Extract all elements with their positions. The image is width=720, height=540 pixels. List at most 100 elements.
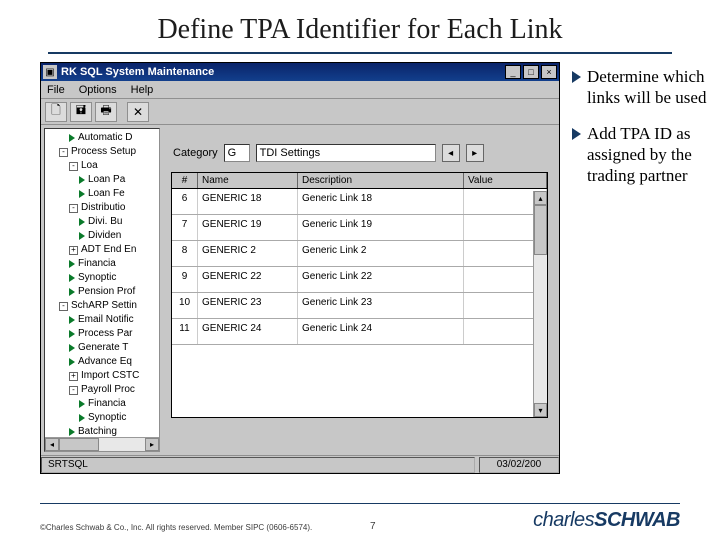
tree-node[interactable]: -Process Setup (49, 145, 157, 159)
toolbar-btn-4[interactable]: ✕ (127, 102, 149, 122)
collapse-icon[interactable]: - (69, 204, 78, 213)
toolbar-btn-1[interactable]: 🗋 (45, 102, 67, 122)
menu-file[interactable]: File (47, 84, 65, 96)
tree-node[interactable]: -Loa (49, 159, 157, 173)
tree-node[interactable]: Loan Fe (49, 187, 157, 201)
toolbar: 🗋 🖬 🖶 ✕ (41, 99, 559, 125)
tree-scroll-right[interactable]: ▸ (145, 438, 159, 451)
tree-node[interactable]: Dividen (49, 229, 157, 243)
cell: GENERIC 2 (198, 241, 298, 266)
tree-label: Email Notific (78, 313, 134, 327)
tree-label: SchARP Settin (71, 299, 137, 313)
tree-node[interactable]: Pension Prof (49, 285, 157, 299)
leaf-icon (69, 274, 75, 282)
tree-label: Loa (81, 159, 98, 173)
grid-scroll-up[interactable]: ▴ (534, 191, 547, 205)
tree-label: Process Setup (71, 145, 136, 159)
cell: 7 (172, 215, 198, 240)
cell: GENERIC 24 (198, 319, 298, 344)
cell: Generic Link 23 (298, 293, 464, 318)
collapse-icon[interactable]: - (69, 386, 78, 395)
tree-label: Dividen (88, 229, 121, 243)
grid-scroll-thumb[interactable] (534, 205, 547, 255)
tree-panel[interactable]: Automatic D-Process Setup-LoaLoan PaLoan… (44, 128, 160, 452)
menu-options[interactable]: Options (79, 84, 117, 96)
statusbar: SRTSQL 03/02/200 (41, 455, 559, 473)
copyright: ©Charles Schwab & Co., Inc. All rights r… (40, 523, 312, 532)
tree-node[interactable]: Process Par (49, 327, 157, 341)
tree-node[interactable]: -Distributio (49, 201, 157, 215)
tree-scroll-thumb[interactable] (59, 438, 99, 451)
tree-label: Distributio (81, 201, 125, 215)
category-next[interactable]: ▸ (466, 144, 484, 162)
toolbar-btn-2[interactable]: 🖬 (70, 102, 92, 122)
tree-label: Synoptic (78, 271, 116, 285)
tree-label: Loan Fe (88, 187, 125, 201)
tree-label: Advance Eq (78, 355, 132, 369)
tree-label: Loan Pa (88, 173, 125, 187)
menu-help[interactable]: Help (131, 84, 154, 96)
table-row[interactable]: 11GENERIC 24Generic Link 24 (172, 319, 547, 345)
tree-node[interactable]: Divi. Bu (49, 215, 157, 229)
table-row[interactable]: 9GENERIC 22Generic Link 22 (172, 267, 547, 293)
brand-logo: charlesSCHWAB (533, 509, 680, 532)
tree-label: Import CSTC (81, 369, 139, 383)
leaf-icon (79, 400, 85, 408)
leaf-icon (69, 316, 75, 324)
tree-node[interactable]: +Import CSTC (49, 369, 157, 383)
tree-node[interactable]: +ADT End En (49, 243, 157, 257)
tree-hscroll[interactable]: ◂ ▸ (45, 437, 159, 451)
menubar: File Options Help (41, 81, 559, 99)
toolbar-btn-3[interactable]: 🖶 (95, 102, 117, 122)
category-prev[interactable]: ◂ (442, 144, 460, 162)
col-name: Name (198, 173, 298, 188)
category-code[interactable]: G (224, 144, 250, 162)
tree-node[interactable]: Financia (49, 397, 157, 411)
cell: GENERIC 18 (198, 189, 298, 214)
tree-node[interactable]: Generate T (49, 341, 157, 355)
maximize-button[interactable]: □ (523, 65, 539, 79)
tree-label: ADT End En (81, 243, 136, 257)
cell: GENERIC 19 (198, 215, 298, 240)
collapse-icon[interactable]: - (59, 302, 68, 311)
tree-node[interactable]: -SchARP Settin (49, 299, 157, 313)
grid-scroll-down[interactable]: ▾ (534, 403, 547, 417)
tree-node[interactable]: Email Notific (49, 313, 157, 327)
table-row[interactable]: 6GENERIC 18Generic Link 18 (172, 189, 547, 215)
tree-label: Generate T (78, 341, 128, 355)
tree-label: Divi. Bu (88, 215, 122, 229)
grid-vscroll[interactable]: ▴ ▾ (533, 191, 547, 417)
close-button[interactable]: × (541, 65, 557, 79)
collapse-icon[interactable]: - (59, 148, 68, 157)
cell: Generic Link 22 (298, 267, 464, 292)
category-label: Category (173, 147, 218, 159)
leaf-icon (69, 358, 75, 366)
collapse-icon[interactable]: - (69, 162, 78, 171)
status-left: SRTSQL (41, 457, 475, 473)
leaf-icon (69, 330, 75, 338)
cell: 6 (172, 189, 198, 214)
tree-label: Process Par (78, 327, 132, 341)
cell: 8 (172, 241, 198, 266)
expand-icon[interactable]: + (69, 372, 78, 381)
leaf-icon (79, 414, 85, 422)
tree-scroll-left[interactable]: ◂ (45, 438, 59, 451)
titlebar: ▣ RK SQL System Maintenance _ □ × (41, 63, 559, 81)
tree-node[interactable]: Automatic D (49, 131, 157, 145)
leaf-icon (79, 232, 85, 240)
expand-icon[interactable]: + (69, 246, 78, 255)
tree-node[interactable]: Synoptic (49, 271, 157, 285)
tree-node[interactable]: Loan Pa (49, 173, 157, 187)
tree-node[interactable]: Advance Eq (49, 355, 157, 369)
tree-node[interactable]: -Payroll Proc (49, 383, 157, 397)
leaf-icon (69, 134, 75, 142)
tree-node[interactable]: Financia (49, 257, 157, 271)
title-rule (48, 52, 672, 54)
bullet-list: Determine which links will be used Add T… (572, 62, 708, 474)
minimize-button[interactable]: _ (505, 65, 521, 79)
bullet-arrow-icon (572, 128, 581, 140)
tree-node[interactable]: Synoptic (49, 411, 157, 425)
table-row[interactable]: 8GENERIC 2Generic Link 2 (172, 241, 547, 267)
table-row[interactable]: 10GENERIC 23Generic Link 23 (172, 293, 547, 319)
table-row[interactable]: 7GENERIC 19Generic Link 19 (172, 215, 547, 241)
